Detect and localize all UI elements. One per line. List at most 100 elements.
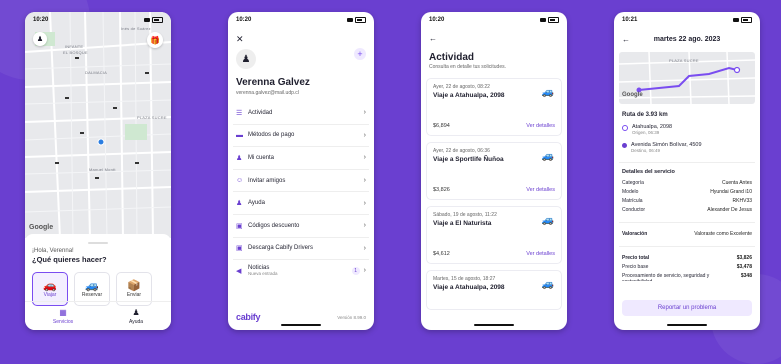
- menu-footer: cabify Versión 8.99.0: [236, 312, 366, 322]
- menu-item-drivers[interactable]: ▣ Descarga Cabify Drivers ›: [233, 238, 369, 261]
- phone-home: INFANTE EL BOSQUE DALMACIA PLAZA SUCRE M…: [25, 12, 171, 330]
- grid-icon: ▦: [59, 307, 67, 317]
- details-link[interactable]: Ver detalles: [526, 187, 555, 193]
- detail-key: Matrícula: [622, 198, 643, 204]
- menu-item-noticias[interactable]: ◀ Noticias Nueva entrada 1 ›: [233, 260, 369, 282]
- add-icon[interactable]: +: [354, 48, 366, 60]
- price-row: Procesamiento de servicio, seguridad y s…: [622, 273, 752, 281]
- user-email: verenna.galvez@mail.udp.cl: [236, 90, 299, 96]
- back-arrow-icon[interactable]: ←: [622, 35, 630, 44]
- rating-key: Valoración: [622, 231, 648, 237]
- map-label: Manuel Montt: [89, 167, 116, 172]
- card-price: $6,894: [433, 123, 450, 129]
- car-icon: 🚙: [85, 280, 99, 292]
- status-icons: [347, 17, 366, 23]
- menu-label: Códigos descuento: [248, 222, 300, 229]
- coupon-icon: ▣: [236, 222, 243, 230]
- car-icon: 🚙: [541, 87, 554, 98]
- profile-icon[interactable]: ♟: [33, 32, 47, 46]
- activity-card[interactable]: Martes, 15 de agosto, 18:27 Viaje a Atah…: [426, 270, 562, 310]
- activity-card[interactable]: Ayer, 22 de agosto, 06:36 Viaje a Sportl…: [426, 142, 562, 200]
- divider: [619, 162, 755, 163]
- card-date: Sábado, 19 de agosto, 11:22: [433, 212, 497, 218]
- avatar: ♟: [236, 49, 256, 69]
- origin-stop: Atahualpa, 2098 Origen, 06:39: [622, 124, 672, 135]
- card-destination: Viaje a Sportlife Ñuñoa: [433, 156, 504, 163]
- map-label: PLAZA SUCRE: [137, 115, 167, 120]
- tab-bar: ▦ Servicios ♟ Ayuda: [25, 301, 171, 330]
- list-icon: ☰: [236, 109, 243, 117]
- page-title: martes 22 ago. 2023: [653, 35, 721, 43]
- detail-row: Conductor Alexander De Jesus: [622, 207, 752, 213]
- menu-item-invitar[interactable]: ☺ Invitar amigos ›: [233, 170, 369, 193]
- destination-time: Destino, 06:49: [631, 148, 661, 153]
- card-destination: Viaje a Atahualpa, 2098: [433, 92, 505, 99]
- chevron-right-icon: ›: [363, 131, 366, 139]
- status-time: 10:20: [236, 17, 252, 23]
- menu-item-actividad[interactable]: ☰ Actividad ›: [233, 102, 369, 125]
- route-map[interactable]: PLAZA SUCRE Google: [619, 52, 755, 104]
- price-value: $3,478: [736, 264, 752, 270]
- map-label: INFANTE: [65, 44, 84, 49]
- status-bar: 10:20: [228, 12, 374, 28]
- detail-value: RKHV33: [732, 198, 752, 204]
- status-bar: 10:21: [614, 12, 760, 28]
- route-length: Ruta de 3.93 km: [622, 112, 668, 118]
- details-link[interactable]: Ver detalles: [526, 251, 555, 257]
- divider: [619, 246, 755, 247]
- origin-icon: [622, 125, 628, 131]
- cabify-logo: cabify: [236, 312, 261, 322]
- notification-badge: 1: [351, 266, 360, 275]
- tab-ayuda[interactable]: ♟ Ayuda: [129, 308, 143, 325]
- status-icons: [733, 17, 752, 23]
- person-icon: ♟: [132, 307, 140, 317]
- activity-list: Ayer, 22 de agosto, 08:22 Viaje a Atahua…: [426, 78, 562, 316]
- chevron-right-icon: ›: [363, 109, 366, 117]
- gift-icon[interactable]: 🎁: [147, 32, 163, 48]
- price-row: Precio total $3,826: [622, 255, 752, 261]
- chevron-right-icon: ›: [363, 177, 366, 185]
- map-label: DALMACIA: [85, 70, 108, 75]
- activity-card[interactable]: Ayer, 22 de agosto, 08:22 Viaje a Atahua…: [426, 78, 562, 136]
- menu-item-cuenta[interactable]: ♟ Mi cuenta ›: [233, 147, 369, 170]
- back-arrow-icon[interactable]: ←: [429, 34, 437, 43]
- close-icon[interactable]: ✕: [236, 34, 244, 45]
- menu-label: Noticias Nueva entrada: [248, 265, 352, 276]
- card-date: Ayer, 22 de agosto, 08:22: [433, 84, 490, 90]
- detail-row: Categoría Cuenta Antes: [622, 180, 752, 186]
- menu-item-ayuda[interactable]: ♟ Ayuda ›: [233, 192, 369, 215]
- sheet-handle[interactable]: [88, 242, 108, 244]
- menu-list: ☰ Actividad › ▬ Métodos de pago › ♟ Mi c…: [233, 102, 369, 282]
- car-icon: 🚙: [541, 215, 554, 226]
- car-icon: 🚗: [43, 280, 57, 292]
- rating-value: Valoraste como Excelente: [694, 231, 752, 237]
- menu-label: Descarga Cabify Drivers: [248, 245, 314, 252]
- map-label: PLAZA SUCRE: [669, 58, 699, 63]
- detail-value: Cuenta Antes: [721, 180, 752, 186]
- status-time: 10:20: [33, 17, 49, 23]
- service-label: Enviar: [126, 292, 142, 298]
- menu-sublabel: Nueva entrada: [248, 271, 278, 277]
- user-name: Verenna Galvez: [236, 77, 310, 88]
- chevron-right-icon: ›: [363, 154, 366, 162]
- card-icon: ▬: [236, 131, 243, 139]
- report-problem-button[interactable]: Reportar un problema: [622, 300, 752, 316]
- tab-servicios[interactable]: ▦ Servicios: [53, 308, 73, 325]
- details-link[interactable]: Ver detalles: [526, 123, 555, 129]
- status-bar: 10:20: [25, 12, 171, 28]
- home-indicator: [281, 324, 321, 326]
- destination-icon: [622, 143, 627, 148]
- menu-item-codigos[interactable]: ▣ Códigos descuento ›: [233, 215, 369, 238]
- detail-key: Categoría: [622, 180, 644, 186]
- detail-key: Modelo: [622, 189, 639, 195]
- activity-card[interactable]: Sábado, 19 de agosto, 11:22 Viaje a El N…: [426, 206, 562, 264]
- price-key: Precio base: [622, 264, 649, 270]
- divider: [619, 222, 755, 223]
- card-destination: Viaje a El Naturista: [433, 220, 492, 227]
- tab-label: Ayuda: [128, 318, 144, 325]
- menu-item-pago[interactable]: ▬ Métodos de pago ›: [233, 125, 369, 148]
- origin-time: Origen, 06:39: [632, 130, 660, 135]
- megaphone-icon: ◀: [236, 267, 242, 275]
- destination-stop: Avenida Simón Bolívar, 4509 Destino, 06:…: [622, 142, 702, 153]
- phone-activity: 10:20 ← Actividad Consulta en detalle tu…: [421, 12, 567, 330]
